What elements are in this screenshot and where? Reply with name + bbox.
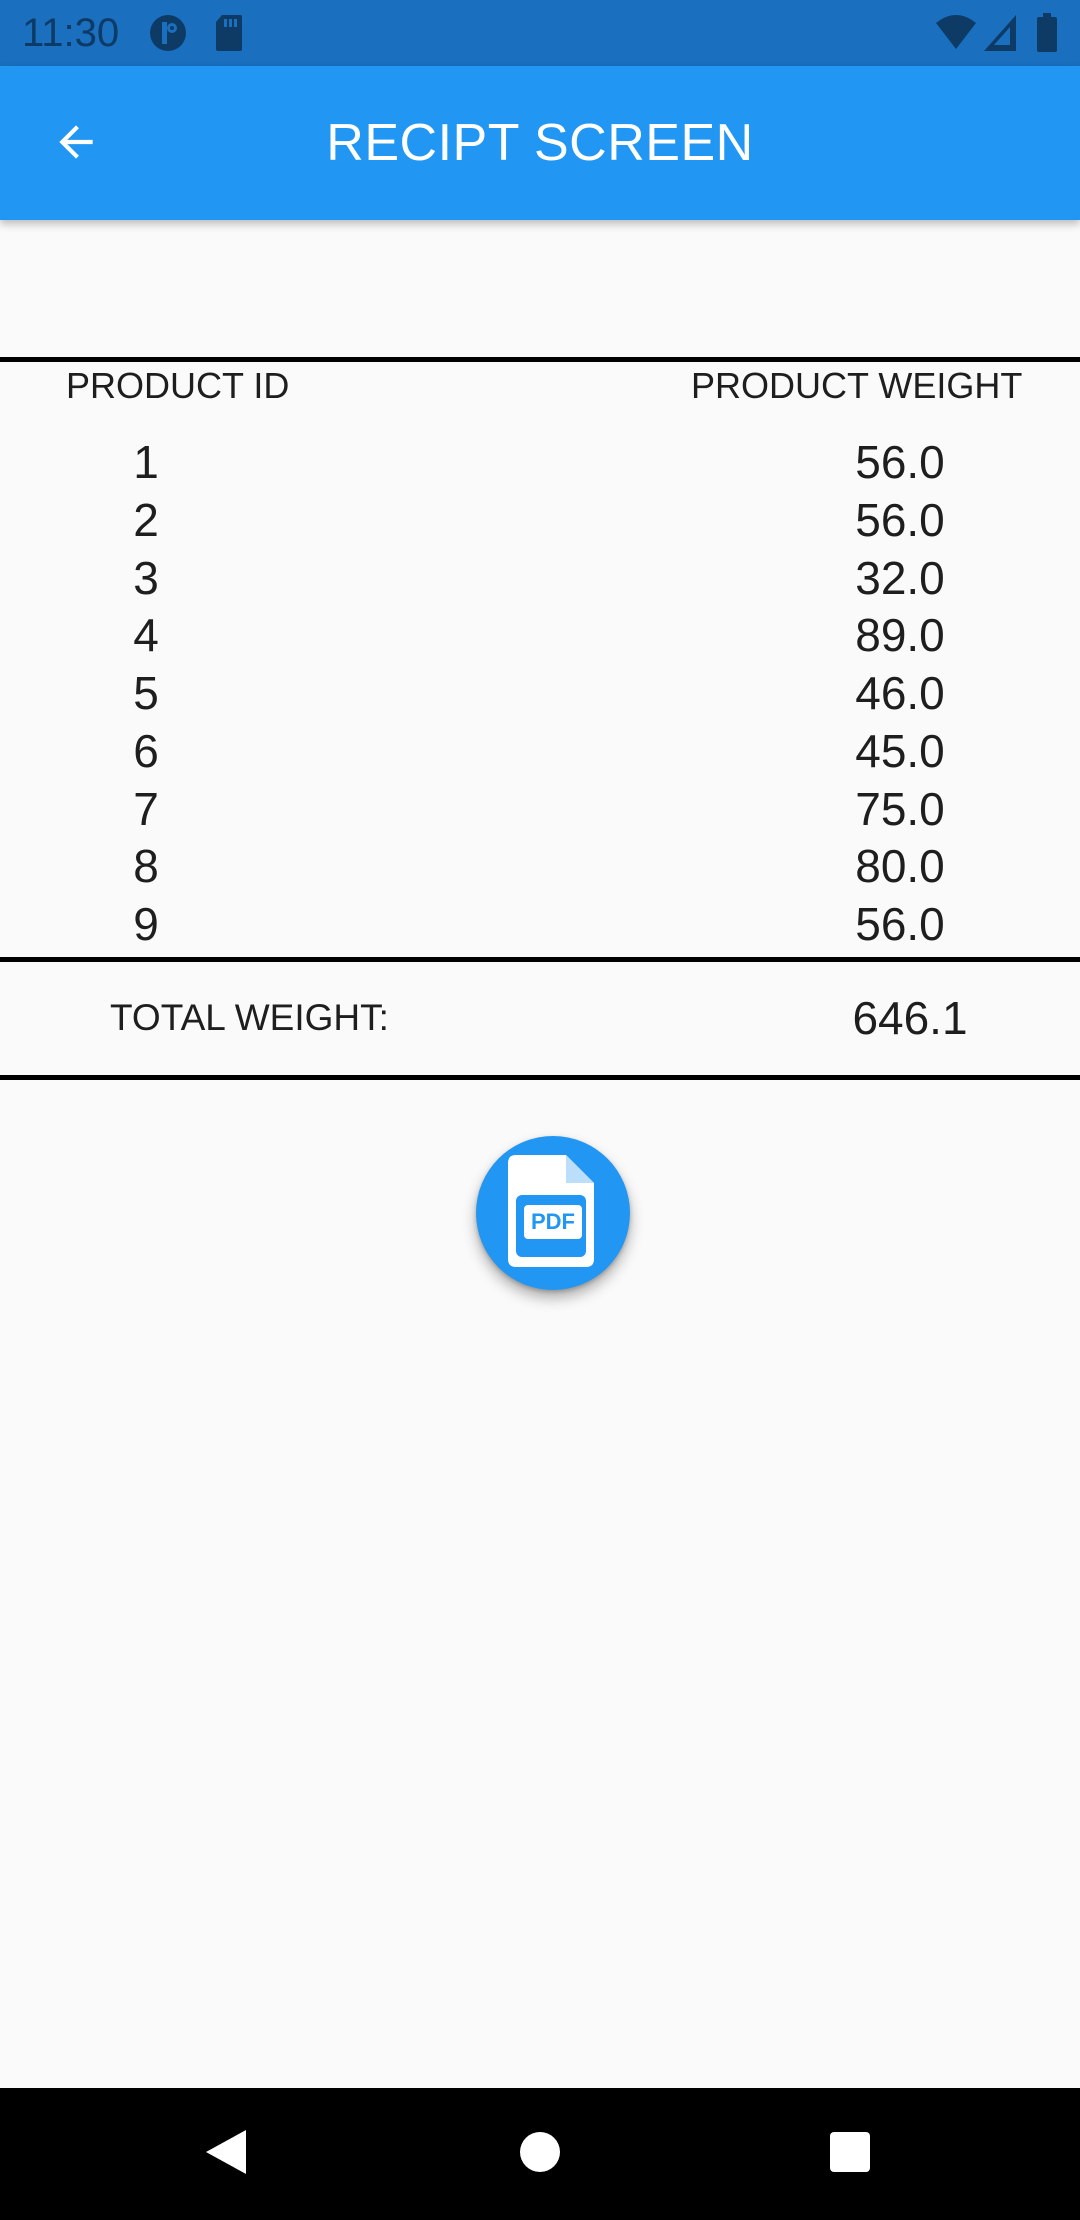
table-row: 4 89.0	[0, 607, 1080, 665]
recents-square-icon	[829, 2131, 871, 2178]
product-id-cell: 8	[133, 840, 159, 893]
product-id-cell: 1	[133, 436, 159, 488]
table-row: 5 46.0	[0, 665, 1080, 723]
table-row: 9 56.0	[0, 896, 1080, 954]
status-bar: 11:30	[0, 0, 1080, 66]
battery-icon	[1036, 13, 1058, 58]
page-title: RECIPT SCREEN	[326, 114, 754, 172]
back-triangle-icon	[204, 2128, 248, 2181]
total-weight-value: 646.1	[852, 992, 968, 1044]
product-weight-cell: 56.0	[855, 493, 945, 546]
product-weight-cell: 56.0	[855, 898, 945, 950]
table-row: 6 45.0	[0, 723, 1080, 781]
signal-icon	[982, 13, 1018, 58]
product-weight-cell: 89.0	[855, 609, 945, 662]
sd-card-icon	[214, 13, 244, 58]
product-weight-cell: 46.0	[855, 667, 945, 719]
product-id-cell: 4	[133, 609, 159, 662]
product-id-cell: 5	[133, 667, 159, 719]
product-id-cell: 9	[133, 898, 159, 950]
nav-home-button[interactable]	[500, 2114, 580, 2194]
receipt-screen: 11:30 RECIPT SCREEN PRODUCT ID PRODUCT W…	[0, 0, 1080, 2220]
app-bar: RECIPT SCREEN	[0, 66, 1080, 220]
table-row: 2 56.0	[0, 492, 1080, 550]
total-top-divider	[0, 957, 1080, 962]
product-id-cell: 7	[133, 782, 159, 835]
table-row: 3 32.0	[0, 550, 1080, 608]
column-header-product-weight: PRODUCT WEIGHT	[691, 365, 1023, 406]
product-weight-cell: 45.0	[855, 724, 945, 777]
total-bottom-divider	[0, 1075, 1080, 1080]
nav-back-button[interactable]	[186, 2114, 266, 2194]
product-weight-cell: 32.0	[855, 551, 945, 604]
product-id-cell: 2	[133, 493, 159, 546]
wifi-icon	[934, 13, 978, 58]
export-pdf-button[interactable]: PDF	[476, 1136, 630, 1290]
table-top-divider	[0, 357, 1080, 362]
product-weight-cell: 56.0	[855, 436, 945, 488]
product-weight-cell: 75.0	[855, 782, 945, 835]
home-circle-icon	[519, 2131, 561, 2178]
product-id-cell: 3	[133, 551, 159, 604]
nav-recents-button[interactable]	[810, 2114, 890, 2194]
vpn-key-icon	[148, 13, 188, 58]
product-id-cell: 6	[133, 724, 159, 777]
table-row: 8 80.0	[0, 838, 1080, 896]
product-table: 1 56.0 2 56.0 3 32.0 4 89.0 5 46.0 6 45.…	[0, 434, 1080, 954]
status-time: 11:30	[22, 11, 120, 55]
product-weight-cell: 80.0	[855, 840, 945, 893]
pdf-icon-label: PDF	[531, 1209, 575, 1234]
total-weight-label: TOTAL WEIGHT:	[110, 997, 389, 1038]
system-navigation-bar	[0, 2088, 1080, 2220]
table-row: 1 56.0	[0, 434, 1080, 492]
table-row: 7 75.0	[0, 781, 1080, 839]
pdf-file-icon: PDF	[508, 1154, 598, 1272]
column-header-product-id: PRODUCT ID	[66, 365, 290, 406]
